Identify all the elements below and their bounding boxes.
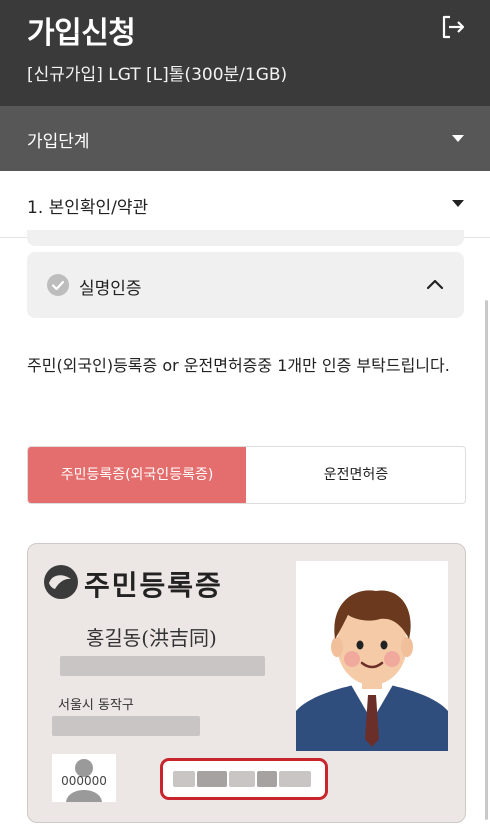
chevron-up-icon[interactable] — [425, 276, 445, 292]
card-title: 주민등록증 — [84, 569, 223, 602]
caret-down-icon — [452, 135, 464, 142]
thumbnail-code: 000000 — [61, 774, 107, 788]
logout-icon[interactable] — [438, 12, 468, 42]
step-dropdown[interactable]: 가입단계 — [0, 106, 490, 171]
id-type-tabs: 주민등록증(외국인등록증) 운전면허증 — [27, 446, 466, 504]
plan-subtitle: [신규가입] LGT [L]톨(300분/1GB) — [27, 65, 288, 85]
portrait-photo — [296, 561, 448, 751]
step-dropdown-label: 가입단계 — [27, 132, 90, 152]
check-circle-icon — [47, 274, 69, 296]
highlighted-issue-info — [160, 758, 328, 800]
tab-driver-license[interactable]: 운전면허증 — [247, 447, 465, 503]
app-header: 가입신청 [신규가입] LGT [L]톨(300분/1GB) — [0, 0, 490, 106]
substep-dropdown[interactable]: 1. 본인확인/약관 — [0, 171, 490, 238]
scrollbar[interactable] — [485, 300, 488, 820]
page-title: 가입신청 — [27, 16, 136, 51]
masked-block — [279, 771, 311, 787]
thumbnail-photo: 000000 — [52, 754, 116, 802]
previous-section-card — [27, 230, 464, 246]
government-emblem-icon — [44, 565, 78, 599]
substep-dropdown-label: 1. 본인확인/약관 — [27, 198, 149, 218]
resident-card-sample: 주민등록증 홍길동(洪吉同) 서울시 동작구 000000 — [27, 543, 466, 823]
masked-block — [257, 771, 277, 787]
caret-down-icon — [452, 200, 464, 207]
masked-block — [197, 771, 227, 787]
masked-address — [52, 716, 200, 736]
verify-label: 실명인증 — [79, 279, 142, 299]
address-text: 서울시 동작구 — [58, 698, 134, 713]
holder-name: 홍길동(洪吉同) — [86, 626, 217, 650]
masked-block — [229, 771, 255, 787]
verify-description: 주민(외국인)등록증 or 운전면허증중 1개만 인증 부탁드립니다. — [27, 356, 450, 375]
masked-id-number — [60, 656, 265, 676]
masked-block — [173, 771, 195, 787]
real-name-verify-accordion[interactable]: 실명인증 — [27, 252, 464, 318]
tab-resident-card[interactable]: 주민등록증(외국인등록증) — [28, 447, 246, 503]
